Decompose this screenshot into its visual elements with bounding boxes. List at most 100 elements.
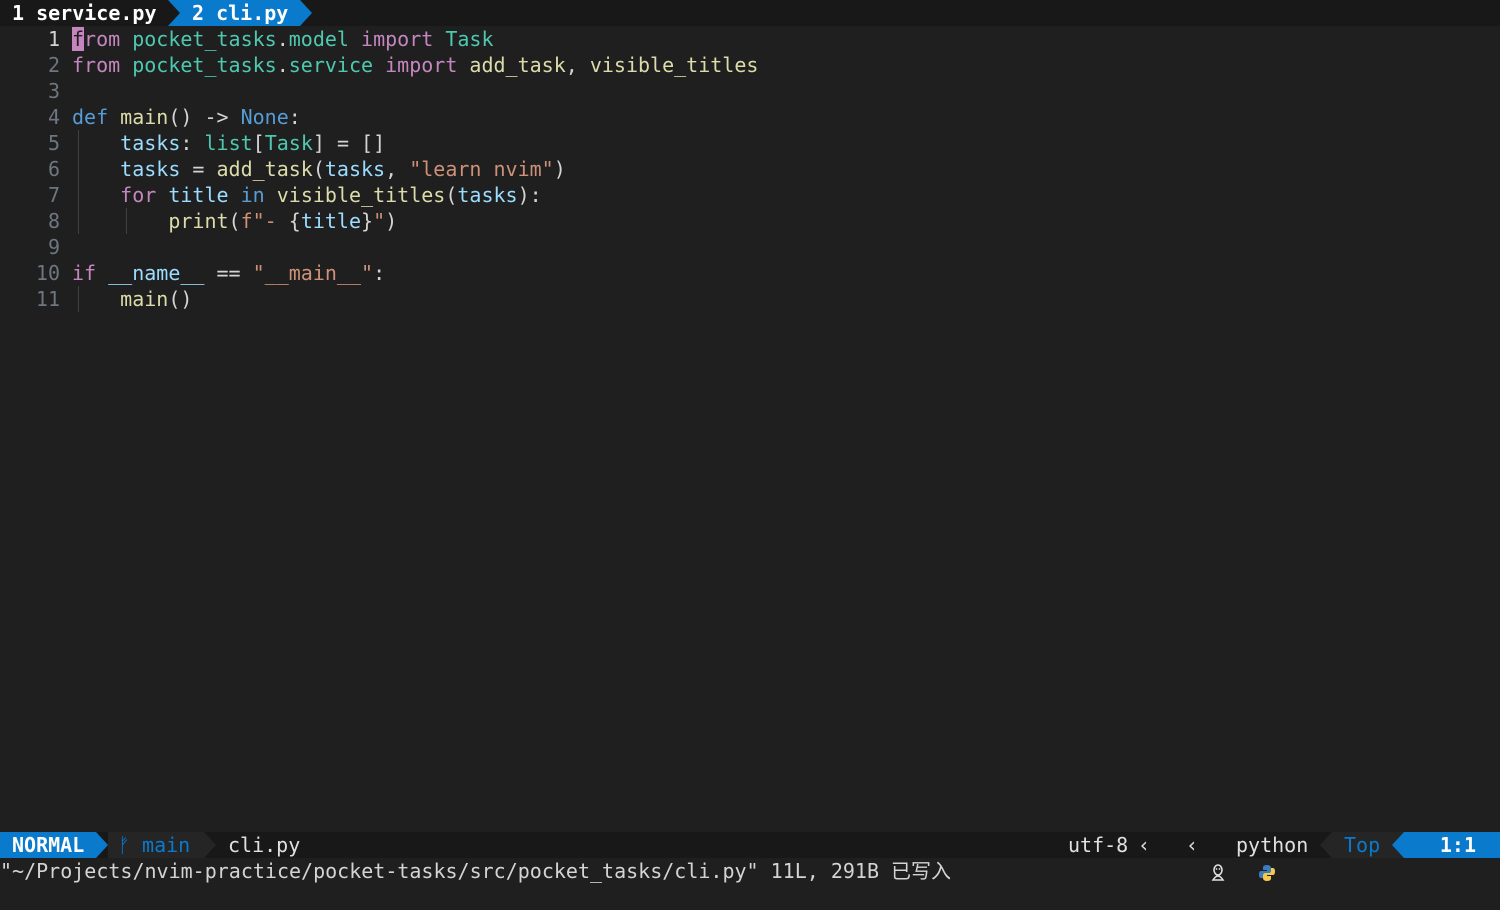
code-token: f"- <box>240 209 289 233</box>
indent-guide <box>78 156 79 182</box>
code-token: "__main__" <box>252 261 374 285</box>
location-separator <box>1392 832 1404 858</box>
code-token: rom <box>84 27 121 51</box>
command-line[interactable]: "~/Projects/nvim-practice/pocket-tasks/s… <box>0 858 951 884</box>
code-text: main() <box>72 286 192 312</box>
code-token: ) <box>553 157 566 181</box>
line-number: 3 <box>47 79 60 103</box>
code-token: ): <box>517 183 542 207</box>
code-token: Task <box>445 27 494 51</box>
code-token: [ <box>252 131 265 155</box>
code-token: ( <box>312 157 325 181</box>
code-token: service <box>288 53 374 77</box>
code-token: for <box>120 183 157 207</box>
code-token: } <box>361 209 374 233</box>
status-encoding: utf-8 <box>1068 833 1129 857</box>
code-text: from pocket_tasks.service import add_tas… <box>72 52 758 78</box>
code-token: main <box>120 287 169 311</box>
code-token: tasks <box>457 183 518 207</box>
code-token: : <box>288 105 301 129</box>
line-number: 4 <box>47 105 60 129</box>
code-token: ) <box>385 209 398 233</box>
line-number: 7 <box>47 183 60 207</box>
code-token: ] = [] <box>312 131 386 155</box>
code-token: : <box>373 261 386 285</box>
status-filetype: python <box>1236 833 1309 857</box>
line-number: 5 <box>47 131 60 155</box>
tab-cli-py[interactable]: 2 cli.py <box>168 0 312 26</box>
code-token: pocket_tasks <box>132 27 277 51</box>
code-token: if <box>72 261 97 285</box>
code-token: tasks <box>120 157 181 181</box>
git-branch-name: main <box>142 833 191 857</box>
statusline: NORMAL ᚠ main cli.py utf-8 ‹ ‹ python To… <box>0 832 1500 881</box>
indent-guide <box>78 182 79 208</box>
git-branch: ᚠ main <box>108 832 204 858</box>
code-token: None <box>240 105 289 129</box>
tab-service-py[interactable]: 1 service.py <box>0 0 168 26</box>
tab-separator <box>168 0 180 26</box>
chevron-left-icon: ‹ <box>1186 833 1199 857</box>
code-token: == <box>204 261 253 285</box>
code-token: () -> <box>168 105 241 129</box>
code-token: { <box>288 209 301 233</box>
status-filename: cli.py <box>228 833 301 857</box>
code-token: title <box>300 209 362 233</box>
code-token: " <box>373 209 386 233</box>
code-token: "learn nvim" <box>409 157 554 181</box>
code-token: visible_titles <box>589 53 759 77</box>
code-token: add_task <box>216 157 313 181</box>
cursor: f <box>72 27 85 51</box>
code-token: = <box>180 157 217 181</box>
code-token: tasks <box>324 157 386 181</box>
indent-guide <box>78 286 79 312</box>
line-number: 1 <box>47 27 60 51</box>
code-token: main <box>120 105 169 129</box>
tabline: 1 service.py 2 cli.py <box>0 0 1500 26</box>
code-token: : <box>180 131 205 155</box>
code-token: , <box>565 53 590 77</box>
line-number: 2 <box>47 53 60 77</box>
tab-separator <box>300 0 312 26</box>
code-text: print(f"- {title}") <box>72 208 397 234</box>
position-separator <box>1320 832 1332 858</box>
line-number: 9 <box>47 235 60 259</box>
code-token: () <box>168 287 193 311</box>
code-token: __name__ <box>108 261 205 285</box>
mode-separator <box>96 832 108 858</box>
code-token: list <box>204 131 253 155</box>
code-text: tasks: list[Task] = [] <box>72 130 385 156</box>
code-token: print <box>168 209 229 233</box>
code-text: tasks = add_task(tasks, "learn nvim") <box>72 156 566 182</box>
code-token: Task <box>264 131 313 155</box>
code-token: tasks <box>120 131 181 155</box>
indent-guide <box>78 208 79 234</box>
code-token: def <box>72 105 109 129</box>
line-number: 11 <box>35 287 60 311</box>
mode-indicator: NORMAL <box>0 832 96 858</box>
code-token: . <box>276 27 289 51</box>
status-location: 1:1 <box>1404 832 1500 858</box>
code-text: from pocket_tasks.model import Task <box>72 26 494 52</box>
code-token: from <box>72 53 121 77</box>
code-token: add_task <box>469 53 566 77</box>
line-number: 10 <box>35 261 60 285</box>
indent-guide <box>78 130 79 156</box>
code-text: if __name__ == "__main__": <box>72 260 385 286</box>
code-token: import <box>361 27 434 51</box>
